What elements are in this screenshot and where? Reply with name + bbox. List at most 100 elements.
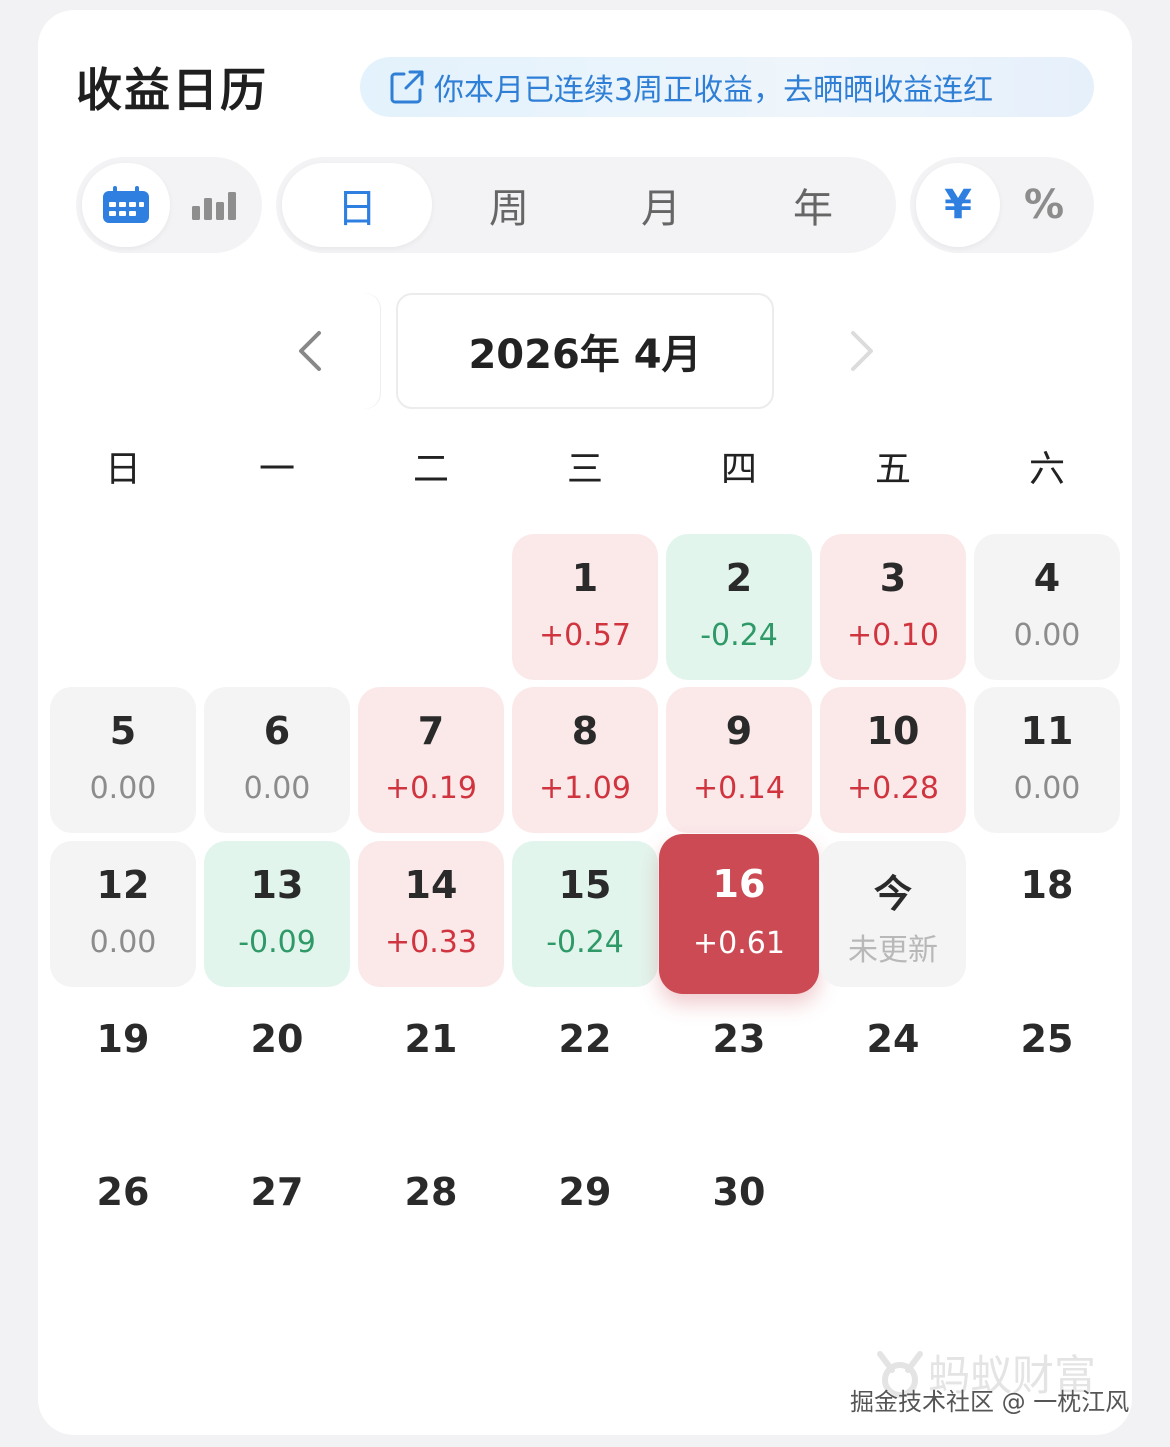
calendar-day-cell[interactable]: 9 +0.14 <box>666 687 812 833</box>
tab-day[interactable]: 日 <box>282 163 432 247</box>
calendar-day-cell[interactable]: 5 0.00 <box>50 687 196 833</box>
calendar-day-cell[interactable]: 24 <box>820 995 966 1141</box>
day-number: 14 <box>404 863 458 907</box>
day-number: 10 <box>866 709 920 753</box>
calendar-day-cell[interactable]: 25 <box>974 995 1120 1141</box>
day-number: 30 <box>712 1170 766 1214</box>
day-number: 11 <box>1020 709 1074 753</box>
day-income-value: +0.61 <box>693 926 785 961</box>
day-income-value: 未更新 <box>848 933 938 968</box>
calendar-view-button[interactable] <box>82 163 170 247</box>
calendar-day-cell[interactable]: 20 <box>204 995 350 1141</box>
day-number: 8 <box>571 709 599 753</box>
day-number: 25 <box>1020 1017 1074 1061</box>
tab-month[interactable]: 月 <box>586 163 736 247</box>
calendar-day-cell[interactable]: 30 <box>666 1148 812 1294</box>
day-number: 6 <box>263 709 291 753</box>
calendar-day-cell[interactable]: 今未更新 <box>820 841 966 987</box>
chevron-left-icon <box>299 331 321 371</box>
calendar-day-cell[interactable]: 19 <box>50 995 196 1141</box>
share-link-icon <box>390 70 424 104</box>
calendar-day-cell[interactable]: 21 <box>358 995 504 1141</box>
calendar-day-cell[interactable]: 28 <box>358 1148 504 1294</box>
day-income-value: +0.10 <box>847 618 939 653</box>
calendar-day-cell[interactable]: 11 0.00 <box>974 687 1120 833</box>
calendar-day-cell[interactable]: 10 +0.28 <box>820 687 966 833</box>
day-number: 19 <box>96 1017 150 1061</box>
day-income-value: 0.00 <box>1013 618 1081 653</box>
unit-toggle: ¥ % <box>910 157 1094 253</box>
calendar-day-cell[interactable]: 3 +0.10 <box>820 534 966 680</box>
day-number: 23 <box>712 1017 766 1061</box>
day-income-value: 0.00 <box>89 771 157 806</box>
day-income-value: +0.14 <box>693 771 785 806</box>
day-income-value: 0.00 <box>89 925 157 960</box>
day-number: 今 <box>873 872 912 916</box>
day-income-value: 0.00 <box>1013 771 1081 806</box>
day-income-value: +0.19 <box>385 771 477 806</box>
percent-unit-button[interactable]: % <box>1002 163 1086 247</box>
day-number: 21 <box>404 1017 458 1061</box>
watermark-credit: 掘金技术社区 @ 一枕江风 <box>850 1388 1130 1416</box>
day-number: 2 <box>725 556 753 600</box>
calendar-day-cell[interactable]: 8 +1.09 <box>512 687 658 833</box>
day-number: 5 <box>109 709 137 753</box>
calendar-day-cell[interactable]: 13 -0.09 <box>204 841 350 987</box>
day-number: 9 <box>725 709 753 753</box>
calendar-day-cell[interactable]: 29 <box>512 1148 658 1294</box>
day-number: 4 <box>1033 556 1061 600</box>
chevron-right-icon <box>851 331 873 371</box>
calendar-day-cell[interactable]: 26 <box>50 1148 196 1294</box>
weekday-label: 六 <box>1028 449 1065 490</box>
day-number: 13 <box>250 863 304 907</box>
day-number: 27 <box>250 1170 304 1214</box>
current-month-label[interactable]: 2026年 4月 <box>396 293 774 409</box>
weekday-label: 三 <box>566 449 603 490</box>
calendar-day-cell[interactable]: 14 +0.33 <box>358 841 504 987</box>
tab-week[interactable]: 周 <box>434 163 584 247</box>
day-income-value: -0.24 <box>546 925 624 960</box>
calendar-day-cell[interactable]: 23 <box>666 995 812 1141</box>
tab-year[interactable]: 年 <box>738 163 888 247</box>
calendar-day-cell[interactable]: 22 <box>512 995 658 1141</box>
day-number: 12 <box>96 863 150 907</box>
calendar-day-cell[interactable]: 6 0.00 <box>204 687 350 833</box>
day-number: 3 <box>879 556 907 600</box>
day-number: 26 <box>96 1170 150 1214</box>
calendar-day-cell[interactable]: 12 0.00 <box>50 841 196 987</box>
day-number: 20 <box>250 1017 304 1061</box>
weekday-label: 四 <box>720 449 757 490</box>
calendar-day-cell[interactable]: 15 -0.24 <box>512 841 658 987</box>
calendar-day-cell[interactable]: 7 +0.19 <box>358 687 504 833</box>
day-number: 18 <box>1020 863 1074 907</box>
calendar-day-cell[interactable]: 2 -0.24 <box>666 534 812 680</box>
day-income-value: -0.09 <box>238 925 316 960</box>
streak-banner-text: 你本月已连续3周正收益，去晒晒收益连红 <box>434 73 994 108</box>
next-month-button[interactable] <box>792 293 932 409</box>
calendar-day-cell[interactable]: 16 +0.61 <box>659 834 819 994</box>
chart-view-button[interactable] <box>172 163 256 247</box>
day-number: 16 <box>712 862 766 906</box>
day-income-value: 0.00 <box>243 771 311 806</box>
prev-month-button[interactable] <box>240 293 380 409</box>
day-number: 29 <box>558 1170 612 1214</box>
calendar-day-cell[interactable]: 18 <box>974 841 1120 987</box>
day-income-value: -0.24 <box>700 618 778 653</box>
calendar-day-cell[interactable]: 4 0.00 <box>974 534 1120 680</box>
weekday-label: 日 <box>104 449 141 490</box>
day-income-value: +0.28 <box>847 771 939 806</box>
day-number: 1 <box>571 556 599 600</box>
weekday-label: 一 <box>258 449 295 490</box>
calendar-icon <box>103 186 149 223</box>
calendar-day-cell[interactable]: 1 +0.57 <box>512 534 658 680</box>
day-income-value: +0.33 <box>385 925 477 960</box>
view-toggle <box>76 157 262 253</box>
day-income-value: +0.57 <box>539 618 631 653</box>
page-title: 收益日历 <box>76 63 268 117</box>
calendar-day-cell[interactable]: 27 <box>204 1148 350 1294</box>
yuan-unit-button[interactable]: ¥ <box>916 163 1000 247</box>
period-tabs: 日 周 月 年 <box>276 157 896 253</box>
weekday-label: 二 <box>412 449 449 490</box>
streak-banner[interactable]: 你本月已连续3周正收益，去晒晒收益连红 <box>360 57 1094 117</box>
bar-chart-icon <box>192 192 236 220</box>
